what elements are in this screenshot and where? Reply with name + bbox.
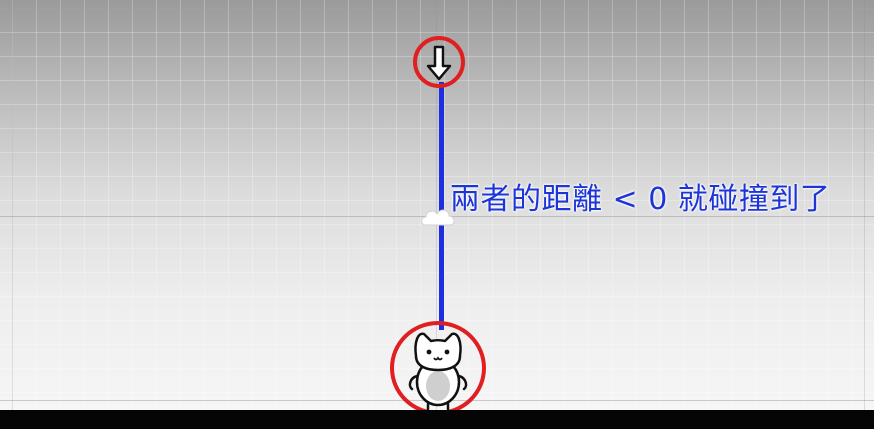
grid-line <box>0 8 874 9</box>
grid-line <box>864 0 865 410</box>
collision-caption: 兩者的距離 < 0 就碰撞到了 <box>450 182 831 217</box>
cat-icon[interactable] <box>398 326 478 410</box>
game-canvas: 兩者的距離 < 0 就碰撞到了 <box>0 0 874 429</box>
grid-line <box>12 0 13 410</box>
down-arrow-icon[interactable] <box>425 44 453 82</box>
ground-floor <box>0 410 874 429</box>
